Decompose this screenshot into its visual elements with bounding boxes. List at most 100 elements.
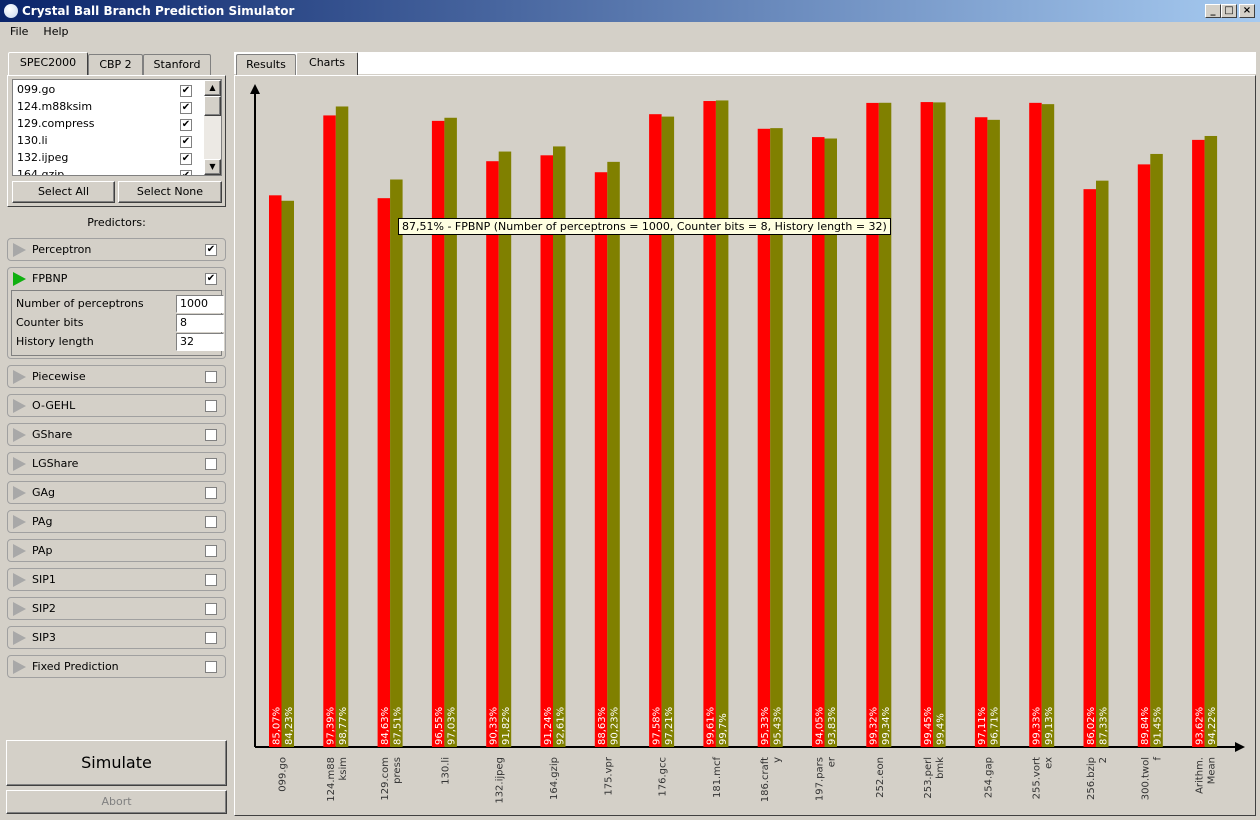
collapsed-arrow-icon[interactable] [13,399,26,413]
abort-button[interactable]: Abort [6,790,227,814]
list-item[interactable]: 099.go ✔ [17,83,197,100]
benchmark-checkbox[interactable]: ✔ [180,102,192,114]
predictor-checkbox[interactable] [205,400,217,412]
bar-chart: 85,07% 84,23% 099.go 97,39% 98,77% 124.m88 ksi… [250,84,1245,804]
list-item[interactable]: 130.li ✔ [17,134,197,151]
param-input[interactable]: 8 [176,314,224,332]
select-all-button[interactable]: Select All [12,181,115,203]
scroll-down-icon[interactable]: ▼ [204,159,221,175]
category-label: bmk [935,757,946,779]
simulate-button[interactable]: Simulate [6,740,227,786]
benchmark-checkbox[interactable]: ✔ [180,170,192,175]
predictor-pag[interactable]: PAg [7,510,226,533]
predictor-name: PAp [32,544,53,557]
bar [335,106,349,747]
collapsed-arrow-icon[interactable] [13,428,26,442]
collapsed-arrow-icon[interactable] [13,515,26,529]
category-label: 175.vpr [603,756,614,796]
benchmark-checkbox[interactable]: ✔ [180,119,192,131]
predictor-checkbox[interactable] [205,574,217,586]
bar-value-label: 97,03% [447,707,458,745]
collapsed-arrow-icon[interactable] [13,486,26,500]
predictor-checkbox[interactable] [205,487,217,499]
predictor-sip2[interactable]: SIP2 [7,597,226,620]
benchmark-checkbox[interactable]: ✔ [180,153,192,165]
tab-cbp2[interactable]: CBP 2 [88,54,143,76]
predictor-checkbox[interactable] [205,516,217,528]
bar-value-label: 99,33% [1031,707,1042,745]
collapsed-arrow-icon[interactable] [13,243,26,257]
param-label: Counter bits [16,316,84,329]
predictor-gshare[interactable]: GShare [7,423,226,446]
list-scrollbar[interactable]: ▲ ▼ [204,80,221,175]
category-label: press [392,757,403,784]
chart-panel: 85,07% 84,23% 099.go 97,39% 98,77% 124.m88 ksi… [234,75,1256,816]
menu-file[interactable]: File [0,25,33,38]
tab-results[interactable]: Results [236,54,296,76]
collapsed-arrow-icon[interactable] [13,370,26,384]
bar [377,198,391,747]
maximize-button[interactable]: □ [1221,4,1237,18]
category-label: er [827,756,838,767]
collapsed-arrow-icon[interactable] [13,457,26,471]
predictor-checkbox[interactable]: ✔ [205,273,217,285]
bar-value-label: 91,82% [501,707,512,745]
list-item[interactable]: 129.compress ✔ [17,117,197,134]
predictor-checkbox[interactable] [205,458,217,470]
list-item[interactable]: 124.m88ksim ✔ [17,100,197,117]
predictor-piecewise[interactable]: Piecewise [7,365,226,388]
benchmark-name: 124.m88ksim [17,100,93,113]
predictor-name: Perceptron [32,243,92,256]
bar-value-label: 88,63% [597,707,608,745]
close-button[interactable]: × [1239,4,1255,18]
collapsed-arrow-icon[interactable] [13,660,26,674]
benchmark-checkbox[interactable]: ✔ [180,136,192,148]
collapsed-arrow-icon[interactable] [13,544,26,558]
predictor-name: SIP2 [32,602,56,615]
bar-value-label: 87,33% [1098,707,1109,745]
category-label: ex [1044,757,1055,769]
bar-value-label: 91,24% [543,707,554,745]
y-axis-arrow [250,84,260,94]
predictor-perceptron[interactable]: Perceptron ✔ [7,238,226,261]
minimize-button[interactable]: _ [1205,4,1221,18]
collapsed-arrow-icon[interactable] [13,602,26,616]
menu-help[interactable]: Help [33,25,73,38]
bar [1029,102,1042,747]
predictor-sip1[interactable]: SIP1 [7,568,226,591]
predictor-pap[interactable]: PAp [7,539,226,562]
predictor-fixed-prediction[interactable]: Fixed Prediction [7,655,226,678]
collapsed-arrow-icon[interactable] [13,631,26,645]
predictor-name: GShare [32,428,73,441]
tab-charts[interactable]: Charts [296,52,358,76]
tab-stanford[interactable]: Stanford [143,54,211,76]
param-input[interactable]: 32 [176,333,224,351]
tab-spec2000[interactable]: SPEC2000 [8,52,88,76]
expanded-arrow-icon[interactable] [13,272,26,286]
predictor-fpbnp[interactable]: FPBNP ✔ Number of perceptrons 1000 Counter b… [7,267,226,359]
category-label: 256.bzip [1086,757,1097,800]
scroll-up-icon[interactable]: ▲ [204,80,221,96]
predictor-gag[interactable]: GAg [7,481,226,504]
predictor-o-gehl[interactable]: O-GEHL [7,394,226,417]
bar-value-label: 89,84% [1140,707,1151,745]
predictor-checkbox[interactable] [205,661,217,673]
predictor-checkbox[interactable] [205,545,217,557]
benchmark-checkbox[interactable]: ✔ [180,85,192,97]
predictor-checkbox[interactable] [205,429,217,441]
predictor-checkbox[interactable] [205,603,217,615]
predictor-sip3[interactable]: SIP3 [7,626,226,649]
predictor-lgshare[interactable]: LGShare [7,452,226,475]
select-none-button[interactable]: Select None [118,181,222,203]
predictor-checkbox[interactable] [205,632,217,644]
predictor-checkbox[interactable] [205,371,217,383]
list-item[interactable]: 132.ijpeg ✔ [17,151,197,168]
predictor-name: GAg [32,486,56,499]
collapsed-arrow-icon[interactable] [13,573,26,587]
param-input[interactable]: 1000 [176,295,224,313]
predictor-checkbox[interactable]: ✔ [205,244,217,256]
scroll-thumb[interactable] [204,96,221,116]
benchmark-list[interactable]: 099.go ✔ 124.m88ksim ✔ 129.compress ✔ 130.li ✔ 1… [12,79,222,176]
list-item[interactable]: 164.gzip ✔ [17,168,197,175]
bar-value-label: 85,07% [271,707,282,745]
